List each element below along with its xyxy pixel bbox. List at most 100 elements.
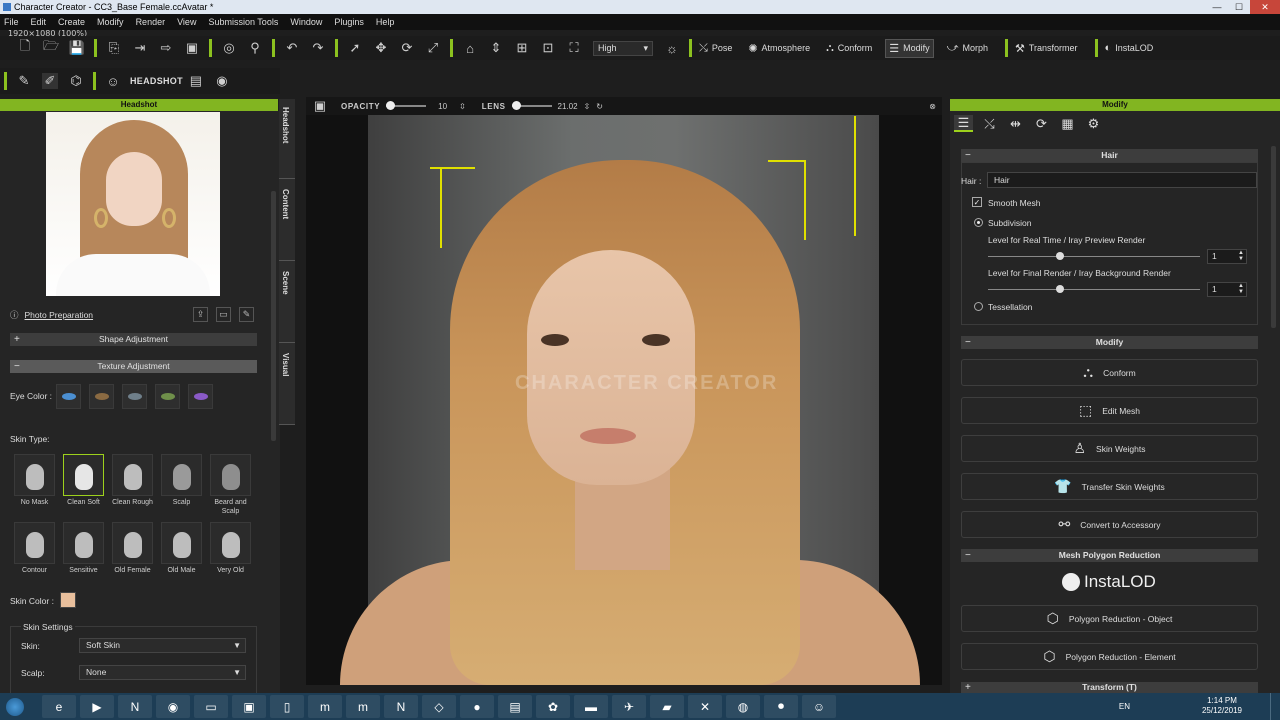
stepper-icon[interactable]: ⇳ bbox=[584, 102, 591, 111]
final-level-slider[interactable] bbox=[988, 285, 1200, 293]
notes-icon[interactable]: ▰ bbox=[650, 695, 684, 718]
explorer-icon[interactable]: ▬ bbox=[574, 695, 608, 718]
menu-file[interactable]: File bbox=[4, 17, 19, 27]
menu-create[interactable]: Create bbox=[58, 17, 85, 27]
tab-headshot[interactable]: Headshot bbox=[279, 99, 295, 179]
save-icon[interactable]: 💾 bbox=[69, 40, 85, 56]
morph-sliders-tab-icon[interactable]: ⇹ bbox=[1006, 115, 1025, 132]
send-icon[interactable]: ⇨ bbox=[158, 40, 174, 56]
subdivision-radio[interactable] bbox=[974, 218, 983, 227]
export-icon[interactable]: ⇥ bbox=[132, 40, 148, 56]
polygon-reduction-object-button[interactable]: ⬡ Polygon Reduction - Object bbox=[961, 605, 1258, 632]
scale-icon[interactable]: ⤢ bbox=[425, 40, 441, 56]
import-icon[interactable]: ⎘ bbox=[106, 40, 122, 56]
tab-content[interactable]: Content bbox=[279, 181, 295, 261]
photo-preparation-link[interactable]: Photo Preparation bbox=[25, 310, 94, 320]
firefox-icon[interactable]: ◉ bbox=[156, 695, 190, 718]
ie-icon[interactable]: e bbox=[42, 695, 76, 718]
tab-visual[interactable]: Visual bbox=[279, 345, 295, 425]
physics-tab-icon[interactable]: ⟳ bbox=[1032, 115, 1051, 132]
onenote2-icon[interactable]: N bbox=[384, 695, 418, 718]
app-m-icon[interactable]: m bbox=[308, 695, 342, 718]
shape-adjustment-section[interactable]: + Shape Adjustment bbox=[10, 333, 257, 346]
convert-to-accessory-button[interactable]: ⚯ Convert to Accessory bbox=[961, 511, 1258, 538]
polygon-reduction-element-button[interactable]: ⬡ Polygon Reduction - Element bbox=[961, 643, 1258, 670]
taskbar-clock[interactable]: 1:14 PM 25/12/2019 bbox=[1202, 696, 1242, 716]
minimize-button[interactable]: — bbox=[1206, 0, 1228, 14]
skin-type-old-male[interactable]: Old Male bbox=[161, 522, 202, 575]
new-file-icon[interactable]: 🗋 bbox=[17, 38, 33, 56]
paper-icon[interactable]: ◇ bbox=[422, 695, 456, 718]
browser-icon[interactable]: ◍ bbox=[726, 695, 760, 718]
steam-icon[interactable]: ● bbox=[460, 695, 494, 718]
eye-color-swatch[interactable] bbox=[155, 384, 180, 409]
sculpt-icon[interactable]: ✐ bbox=[42, 73, 58, 89]
quality-select[interactable]: High ▾ bbox=[593, 40, 653, 56]
skin-type-sensitive[interactable]: Sensitive bbox=[63, 522, 104, 575]
attributes-tab-icon[interactable]: ☰ bbox=[954, 115, 973, 132]
skin-type-no-mask[interactable]: No Mask bbox=[14, 454, 55, 516]
modify-section[interactable]: − Modify bbox=[961, 336, 1258, 349]
sun-icon[interactable]: ☼ bbox=[664, 40, 680, 56]
edit-mesh-button[interactable]: ⬚ Edit Mesh bbox=[961, 397, 1258, 424]
skin-color-swatch[interactable] bbox=[60, 592, 76, 608]
network-app-icon[interactable]: ✿ bbox=[536, 695, 570, 718]
skin-type-old-female[interactable]: Old Female bbox=[112, 522, 153, 575]
source-photo[interactable] bbox=[46, 112, 220, 296]
bird-icon[interactable]: ✈ bbox=[612, 695, 646, 718]
zoom-extents-icon[interactable]: ⛶ bbox=[566, 40, 582, 56]
menu-render[interactable]: Render bbox=[136, 17, 166, 27]
media-player-icon[interactable]: ▶ bbox=[80, 695, 114, 718]
skin-select[interactable]: Soft Skin ▼ bbox=[79, 638, 246, 653]
head-icon[interactable]: ◉ bbox=[214, 73, 230, 89]
fit-vertical-icon[interactable]: ⇕ bbox=[488, 40, 504, 56]
realtime-level-slider[interactable] bbox=[988, 252, 1200, 260]
mesh-icon[interactable]: ⌬ bbox=[68, 73, 84, 89]
move-icon[interactable]: ✥ bbox=[373, 40, 389, 56]
app-m2-icon[interactable]: m bbox=[346, 695, 380, 718]
skin-weights-button[interactable]: ♙ Skin Weights bbox=[961, 435, 1258, 462]
conform-button[interactable]: ⛬ Conform bbox=[823, 40, 875, 57]
tools-icon[interactable]: ✕ bbox=[688, 695, 722, 718]
folder-icon[interactable]: ▭ bbox=[194, 695, 228, 718]
opacity-slider[interactable] bbox=[386, 101, 427, 110]
render-icon[interactable]: ▣ bbox=[184, 40, 200, 56]
headshot-plugin-label[interactable]: HEADSHOT bbox=[130, 76, 183, 86]
redo-icon[interactable]: ↷ bbox=[310, 40, 326, 56]
onenote-icon[interactable]: N bbox=[118, 695, 152, 718]
menu-edit[interactable]: Edit bbox=[31, 17, 47, 27]
archive-icon[interactable]: ▤ bbox=[498, 695, 532, 718]
document-icon[interactable]: ▯ bbox=[270, 695, 304, 718]
lens-slider[interactable] bbox=[511, 101, 552, 110]
tab-scene[interactable]: Scene bbox=[279, 263, 295, 343]
eye-color-swatch[interactable] bbox=[122, 384, 147, 409]
instalod-button[interactable]: ◐ InstaLOD bbox=[1102, 40, 1157, 56]
skin-type-beard-and-scalp[interactable]: Beard and Scalp bbox=[210, 454, 251, 516]
toggle-overlay-icon[interactable]: ▣ bbox=[312, 98, 328, 114]
transformer-button[interactable]: ⚒ Transformer bbox=[1012, 40, 1081, 57]
left-panel-scrollbar[interactable] bbox=[271, 191, 276, 441]
texture-adjustment-section[interactable]: − Texture Adjustment bbox=[10, 360, 257, 373]
pose-button[interactable]: ⤯ Pose bbox=[696, 40, 735, 57]
pose-tab-icon[interactable]: ⤯ bbox=[980, 115, 999, 132]
undo-icon[interactable]: ↶ bbox=[284, 40, 300, 56]
morph-button[interactable]: ⤻ Morph bbox=[944, 40, 991, 57]
portrait-icon[interactable]: ▤ bbox=[188, 73, 204, 89]
eye-color-swatch[interactable] bbox=[56, 384, 81, 409]
tessellation-radio[interactable] bbox=[974, 302, 983, 311]
menu-submission-tools[interactable]: Submission Tools bbox=[208, 17, 278, 27]
material-tab-icon[interactable]: ▦ bbox=[1058, 115, 1077, 132]
settings-tab-icon[interactable]: ⚙ bbox=[1084, 115, 1103, 132]
transfer-skin-weights-button[interactable]: 👕 Transfer Skin Weights bbox=[961, 473, 1258, 500]
select-arrow-icon[interactable]: ➚ bbox=[347, 40, 363, 56]
menu-window[interactable]: Window bbox=[290, 17, 322, 27]
skin-type-contour[interactable]: Contour bbox=[14, 522, 55, 575]
menu-help[interactable]: Help bbox=[376, 17, 395, 27]
brush-icon[interactable]: ✎ bbox=[16, 73, 32, 89]
hair-name-field[interactable]: Hair bbox=[987, 172, 1257, 188]
menu-modify[interactable]: Modify bbox=[97, 17, 124, 27]
maximize-button[interactable]: ☐ bbox=[1228, 0, 1250, 14]
skin-type-scalp[interactable]: Scalp bbox=[161, 454, 202, 516]
record-icon[interactable]: ⏺ bbox=[764, 695, 798, 718]
save-photo-icon[interactable]: ▭ bbox=[216, 307, 231, 322]
